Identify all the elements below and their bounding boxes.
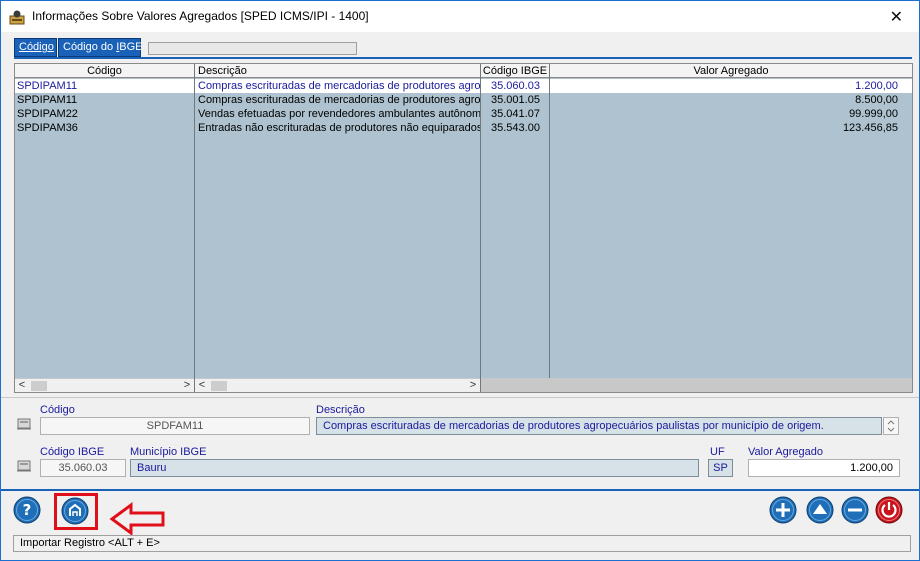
cell-codigo: SPDIPAM22 xyxy=(17,108,78,120)
cell-descricao: Vendas efetuadas por revendedores ambula… xyxy=(198,108,480,120)
column-header-descricao[interactable]: Descrição xyxy=(198,64,478,78)
app-icon xyxy=(9,10,25,25)
descricao-label: Descrição xyxy=(316,404,365,416)
cell-valor-agregado: 8.500,00 xyxy=(855,94,898,106)
column-header-codigo[interactable]: Código xyxy=(15,64,194,78)
record-icon xyxy=(17,418,31,430)
uf-field[interactable]: SP xyxy=(708,459,733,477)
tab-codigo-ibge-label-pre: Código do xyxy=(63,41,117,53)
codigo-label: Código xyxy=(40,404,75,416)
codigo-ibge-label: Código IBGE xyxy=(40,446,105,458)
arrow-left-icon xyxy=(109,502,165,536)
column-divider[interactable] xyxy=(480,64,481,392)
scrollbar-codigo[interactable]: < > xyxy=(15,378,194,392)
exit-button[interactable] xyxy=(875,496,903,524)
cell-codigo: SPDIPAM11 xyxy=(17,94,78,106)
main-window: Informações Sobre Valores Agregados [SPE… xyxy=(0,0,920,561)
codigo-field[interactable]: SPDFAM11 xyxy=(40,417,310,435)
table-row[interactable]: SPDIPAM22 Vendas efetuadas por revendedo… xyxy=(15,107,912,121)
tab-filter-box[interactable] xyxy=(148,42,357,55)
cell-codigo: SPDIPAM36 xyxy=(17,122,78,134)
cell-descricao: Compras escrituradas de mercadorias de p… xyxy=(198,94,480,106)
cell-codigo-ibge: 35.543.00 xyxy=(491,122,540,134)
valor-agregado-label: Valor Agregado xyxy=(748,446,824,458)
scroll-left-icon[interactable]: < xyxy=(15,379,29,393)
scroll-thumb[interactable] xyxy=(211,381,227,391)
cell-descricao: Compras escrituradas de mercadorias de p… xyxy=(198,80,480,92)
grid-header: Código Descrição Código IBGE Valor Agreg… xyxy=(15,64,912,78)
column-header-valor-agregado[interactable]: Valor Agregado xyxy=(550,64,912,78)
valor-agregado-field[interactable]: 1.200,00 xyxy=(748,459,900,477)
scroll-left-icon[interactable]: < xyxy=(195,379,209,393)
record-icon xyxy=(17,460,31,472)
municipio-field[interactable]: Bauru xyxy=(130,459,699,477)
descricao-scrollbar[interactable] xyxy=(883,417,899,435)
scroll-thumb[interactable] xyxy=(31,381,47,391)
scrollbar-descricao[interactable]: < > xyxy=(195,378,480,392)
tab-codigo-ibge-label-post: BGE xyxy=(119,41,143,53)
close-icon[interactable]: ✕ xyxy=(890,7,903,27)
table-row[interactable]: SPDIPAM11 Compras escrituradas de mercad… xyxy=(15,93,912,107)
help-button[interactable]: ? xyxy=(13,496,41,524)
spin-arrows-icon[interactable] xyxy=(884,418,898,434)
import-button[interactable] xyxy=(61,497,89,525)
toolbar-divider xyxy=(1,489,919,491)
descricao-field[interactable]: Compras escrituradas de mercadorias de p… xyxy=(316,417,882,435)
column-divider[interactable] xyxy=(549,64,550,392)
cell-codigo-ibge: 35.001.05 xyxy=(491,94,540,106)
status-bar: Importar Registro <ALT + E> xyxy=(13,535,911,552)
table-row[interactable]: SPDIPAM36 Entradas não escrituradas de p… xyxy=(15,121,912,135)
remove-button[interactable] xyxy=(841,496,869,524)
cell-valor-agregado: 123.456,85 xyxy=(842,122,898,134)
records-grid[interactable]: Código Descrição Código IBGE Valor Agreg… xyxy=(14,63,913,393)
help-icon: ? xyxy=(23,501,32,519)
cell-valor-agregado: 1.200,00 xyxy=(855,80,898,92)
codigo-ibge-field[interactable]: 35.060.03 xyxy=(40,459,126,477)
cell-descricao: Entradas não escrituradas de produtores … xyxy=(198,122,480,134)
add-button[interactable] xyxy=(769,496,797,524)
uf-label: UF xyxy=(710,446,725,458)
scroll-right-icon[interactable]: > xyxy=(466,379,480,393)
move-up-button[interactable] xyxy=(806,496,834,524)
cell-valor-agregado: 99.999,00 xyxy=(849,108,898,120)
tab-codigo[interactable]: Código xyxy=(14,38,57,57)
scroll-right-icon[interactable]: > xyxy=(180,379,194,393)
cell-codigo-ibge: 35.060.03 xyxy=(491,80,540,92)
table-row[interactable]: SPDIPAM11 Compras escrituradas de mercad… xyxy=(15,79,912,93)
tab-underline xyxy=(14,57,912,59)
window-title: Informações Sobre Valores Agregados [SPE… xyxy=(32,9,369,23)
cell-codigo: SPDIPAM11 xyxy=(17,80,78,92)
divider xyxy=(1,397,919,398)
column-divider[interactable] xyxy=(194,64,195,392)
tab-codigo-ibge[interactable]: Código do IBGE xyxy=(58,38,143,57)
municipio-label: Município IBGE xyxy=(130,446,207,458)
cell-codigo-ibge: 35.041.07 xyxy=(491,108,540,120)
scrollbar-filler xyxy=(481,378,912,392)
column-header-codigo-ibge[interactable]: Código IBGE xyxy=(481,64,549,78)
title-bar: Informações Sobre Valores Agregados [SPE… xyxy=(1,1,919,32)
